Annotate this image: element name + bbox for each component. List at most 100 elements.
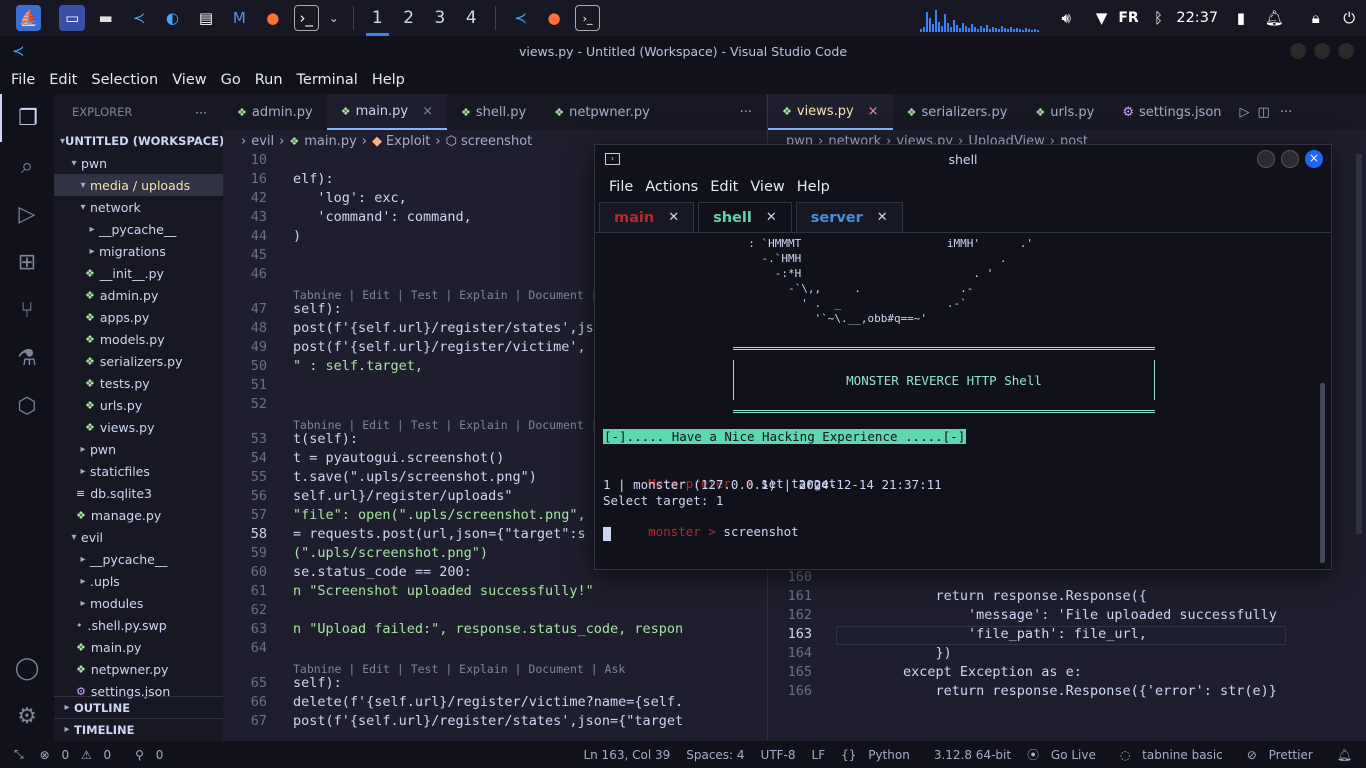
breadcrumb-item[interactable]: evil — [251, 134, 274, 149]
codelens-actions[interactable]: Tabnine | Edit | Test | Explain | Docume… — [293, 418, 625, 432]
folder-item[interactable]: ▸ pwn — [54, 438, 223, 460]
file-item[interactable]: ❖ urls.py — [54, 394, 223, 416]
timeline-section[interactable]: ▸ TIMELINE — [54, 718, 223, 740]
menu-edit[interactable]: Edit — [42, 72, 84, 88]
wifi-icon[interactable]: ▼ — [1089, 5, 1114, 31]
volume-icon[interactable]: 🔊︎ — [1053, 5, 1078, 31]
workspace-header[interactable]: ▾ UNTITLED (WORKSPACE) — [54, 130, 223, 152]
more-actions-icon[interactable]: ··· — [1274, 94, 1298, 130]
menu-view[interactable]: View — [165, 72, 213, 88]
explorer-more-icon[interactable]: ··· — [195, 105, 207, 120]
tab-urls-py[interactable]: ❖ urls.py — [1021, 94, 1108, 130]
terminal-tab-main[interactable]: main ✕ — [599, 202, 695, 232]
folder-item[interactable]: ▸ staticfiles — [54, 460, 223, 482]
split-editor-icon[interactable]: ◫ — [1254, 94, 1274, 130]
indentation[interactable]: Spaces: 4 — [686, 748, 744, 762]
folder-item[interactable]: ▾ pwn — [54, 152, 223, 174]
tab-views-py[interactable]: ❖ views.py × — [768, 94, 893, 130]
notifications-icon[interactable]: 🔔︎ — [1262, 5, 1287, 31]
terminal-scrollbar[interactable] — [1320, 383, 1325, 563]
close-tab-icon[interactable]: ✕ — [766, 210, 777, 225]
text-editor-icon[interactable]: ▤ — [193, 5, 218, 31]
tabnine-status[interactable]: ◌ tabnine basic — [1120, 748, 1231, 762]
terminal-tab-shell[interactable]: shell ✕ — [698, 202, 792, 232]
file-item[interactable]: ❖ admin.py — [54, 284, 223, 306]
kali-menu-icon[interactable]: ⛵ — [16, 5, 42, 31]
minimize-button[interactable] — [1290, 43, 1306, 59]
tab-shell-py[interactable]: ❖ shell.py — [447, 94, 540, 130]
source-control-icon[interactable]: ⑂ — [0, 286, 54, 334]
folder-item[interactable]: ▸ __pycache__ — [54, 218, 223, 240]
file-item[interactable]: ≡ db.sqlite3 — [54, 482, 223, 504]
term-menu-help[interactable]: Help — [791, 179, 836, 195]
workspace-4[interactable]: 4 — [456, 0, 487, 36]
lock-screen-icon[interactable]: 🔒︎ — [1303, 5, 1328, 31]
tab-netpwner-py[interactable]: ❖ netpwner.py — [540, 94, 664, 130]
folder-item[interactable]: ▾ network — [54, 196, 223, 218]
folder-item[interactable]: ▸ __pycache__ — [54, 548, 223, 570]
terminal-minimize-button[interactable] — [1257, 150, 1275, 168]
run-debug-icon[interactable]: ▷ — [0, 190, 54, 238]
language-mode[interactable]: {} Python — [841, 748, 918, 762]
codelens-actions[interactable]: Tabnine | Edit | Test | Explain | Docume… — [293, 288, 625, 302]
terminal-close-button[interactable]: × — [1305, 150, 1323, 168]
go-live-button[interactable]: ⦿ Go Live — [1027, 746, 1104, 763]
close-tab-icon[interactable]: ✕ — [877, 210, 888, 225]
notifications-bell-icon[interactable]: 🔔︎ — [1337, 748, 1352, 762]
run-file-icon[interactable]: ▷ — [1236, 94, 1254, 130]
ports-indicator[interactable]: ⚲ 0 — [135, 748, 171, 762]
workspace-3[interactable]: 3 — [424, 0, 455, 36]
menu-terminal[interactable]: Terminal — [290, 72, 365, 88]
folder-item[interactable]: ▾ media / uploads — [54, 174, 223, 196]
file-item[interactable]: ❖ __init__.py — [54, 262, 223, 284]
tab-main-py[interactable]: ❖ main.py × — [326, 94, 448, 130]
task-vscode-icon[interactable]: ≺ — [508, 5, 533, 31]
cursor-position[interactable]: Ln 163, Col 39 — [583, 748, 670, 762]
show-desktop-icon[interactable]: ▭ — [59, 5, 85, 31]
line-ending[interactable]: LF — [812, 748, 826, 762]
folder-item[interactable]: ▾ evil — [54, 526, 223, 548]
workspace-1[interactable]: 1 — [362, 0, 393, 36]
search-icon[interactable]: ⌕ — [0, 142, 54, 190]
close-tab-icon[interactable]: × — [422, 104, 433, 119]
right-scrollbar[interactable] — [1356, 154, 1362, 534]
more-actions-icon[interactable]: ··· — [726, 94, 766, 130]
remote-indicator-icon[interactable]: ⤡ — [14, 747, 24, 762]
folder-item[interactable]: ▸ .upls — [54, 570, 223, 592]
file-item[interactable]: ❖ manage.py — [54, 504, 223, 526]
task-terminal-icon[interactable]: ›_ — [574, 5, 601, 31]
task-firefox-icon[interactable]: ● — [541, 5, 566, 31]
file-item[interactable]: ❖ netpwner.py — [54, 658, 223, 680]
tab-settings-json[interactable]: ⚙ settings.json — [1108, 94, 1235, 130]
bluetooth-icon[interactable]: ᛒ — [1151, 5, 1167, 31]
tab-admin-py[interactable]: ❖ admin.py — [223, 94, 327, 130]
clock[interactable]: 22:37 — [1176, 10, 1218, 26]
close-tab-icon[interactable]: × — [868, 104, 879, 119]
firefox-icon[interactable]: ● — [260, 5, 285, 31]
settings-gear-icon[interactable]: ⚙ — [0, 692, 54, 740]
file-item[interactable]: ❖ main.py — [54, 636, 223, 658]
keyboard-layout[interactable]: FR — [1118, 10, 1138, 26]
menu-run[interactable]: Run — [248, 72, 290, 88]
battery-icon[interactable]: ▮ — [1228, 5, 1253, 31]
file-item[interactable]: ❖ tests.py — [54, 372, 223, 394]
close-button[interactable] — [1338, 43, 1354, 59]
menu-selection[interactable]: Selection — [84, 72, 165, 88]
menu-file[interactable]: File — [4, 72, 42, 88]
testing-icon[interactable]: ⚗ — [0, 334, 54, 382]
breadcrumb-item[interactable]: Exploit — [386, 134, 430, 149]
web-browser-icon[interactable]: ◐ — [160, 5, 185, 31]
file-item[interactable]: ❖ apps.py — [54, 306, 223, 328]
term-menu-edit[interactable]: Edit — [704, 179, 744, 195]
file-item[interactable]: • .shell.py.swp — [54, 614, 223, 636]
terminal-tab-server[interactable]: server ✕ — [795, 202, 903, 232]
file-item[interactable]: ❖ models.py — [54, 328, 223, 350]
term-menu-view[interactable]: View — [744, 179, 790, 195]
launcher-dropdown-icon[interactable]: ⌄ — [327, 5, 341, 31]
codelens-actions[interactable]: Tabnine | Edit | Test | Explain | Docume… — [293, 662, 625, 676]
terminal-maximize-button[interactable] — [1281, 150, 1299, 168]
explorer-icon[interactable]: ❐ — [0, 94, 54, 142]
extensions-icon[interactable]: ⊞ — [0, 238, 54, 286]
python-interpreter[interactable]: 3.12.8 64-bit — [934, 748, 1011, 762]
term-menu-actions[interactable]: Actions — [639, 179, 704, 195]
